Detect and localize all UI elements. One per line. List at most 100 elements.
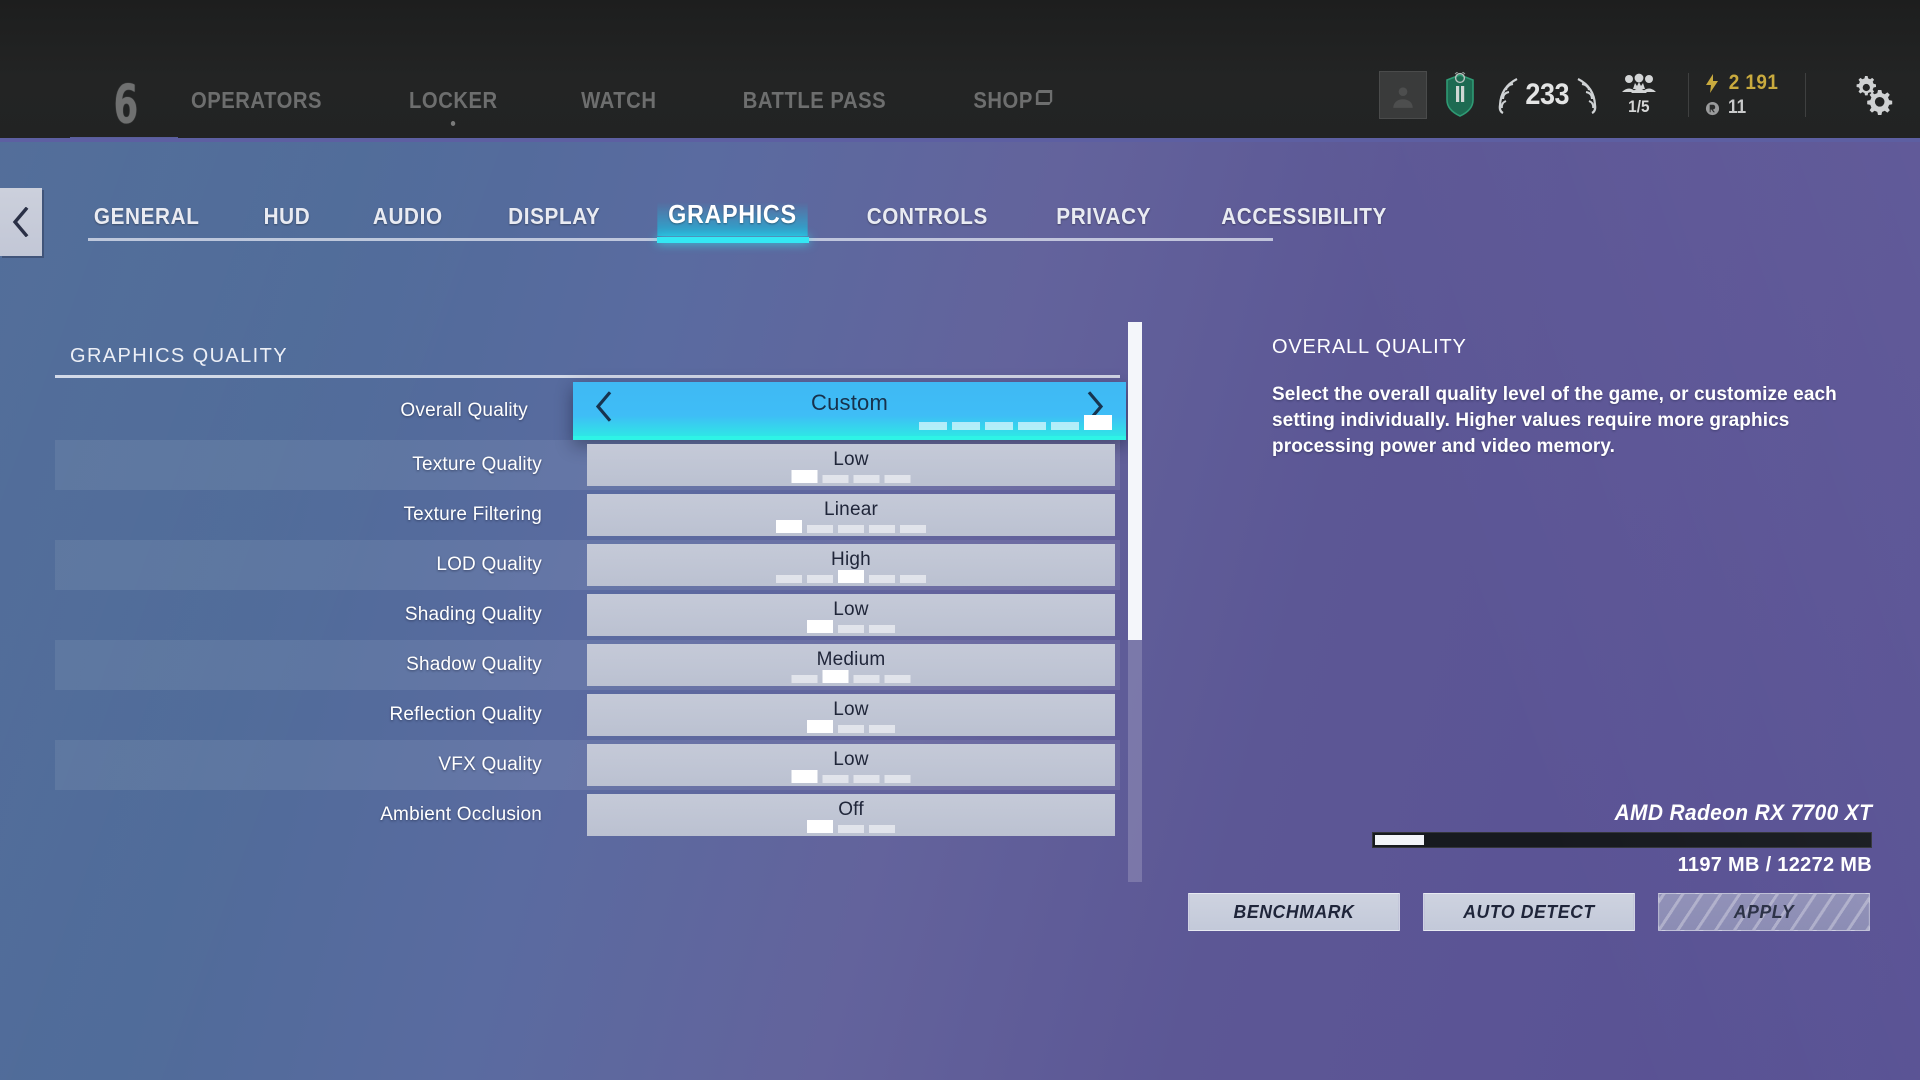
- setting-segment: [1051, 422, 1079, 430]
- settings-scrollbar[interactable]: [1128, 322, 1142, 882]
- setting-label: Reflection Quality: [389, 704, 542, 725]
- tab-label: GENERAL: [93, 203, 200, 229]
- nav-item-locker[interactable]: LOCKER: [409, 87, 498, 126]
- topbar-accent-line: [0, 138, 1920, 142]
- setting-segment: [822, 475, 849, 483]
- squad-group-icon: [1621, 73, 1656, 93]
- info-panel-title: OVERALL QUALITY: [1272, 336, 1467, 358]
- setting-segment: [853, 675, 880, 683]
- setting-row[interactable]: Shadow Quality Medium: [55, 640, 1120, 690]
- setting-label: Overall Quality: [400, 400, 528, 421]
- setting-row[interactable]: VFX Quality Low: [55, 740, 1120, 790]
- shop-tag-icon: [1035, 90, 1053, 105]
- settings-rows: Overall Quality Custom Texture Quality Low T…: [55, 382, 1126, 840]
- setting-segments: [807, 720, 895, 733]
- laurel-wreath-icon-right: [1577, 78, 1597, 114]
- setting-segments: [776, 570, 926, 583]
- setting-control[interactable]: Low: [587, 444, 1115, 486]
- setting-segments: [919, 415, 1112, 430]
- person-avatar-icon: [1393, 87, 1414, 108]
- main-nav-items: OPERATORS LOCKER WATCH BATTLE PASS SHOP: [182, 87, 1058, 126]
- nav-item-operators[interactable]: OPERATORS: [191, 87, 322, 124]
- setting-segments: [776, 520, 926, 533]
- nav-item-watch[interactable]: WATCH: [581, 87, 656, 124]
- gear-icon: [1856, 76, 1893, 115]
- info-panel-description: Select the overall quality level of the …: [1272, 384, 1837, 457]
- setting-segment: [838, 625, 864, 633]
- vram-usage-bar: [1372, 832, 1872, 848]
- tab-display[interactable]: DISPLAY: [508, 203, 600, 236]
- lightning-bolt-icon: [1705, 73, 1718, 93]
- squad-status[interactable]: 1/5: [1620, 73, 1658, 117]
- setting-label: Shadow Quality: [406, 654, 542, 675]
- nav-label: WATCH: [580, 87, 657, 113]
- setting-row[interactable]: Texture Filtering Linear: [55, 490, 1120, 540]
- avatar[interactable]: [1379, 71, 1428, 119]
- setting-segment: [807, 720, 833, 733]
- back-button[interactable]: [0, 188, 42, 256]
- setting-segment: [807, 525, 833, 533]
- setting-control[interactable]: Custom: [573, 382, 1126, 440]
- setting-control[interactable]: Low: [587, 694, 1115, 736]
- auto-detect-button[interactable]: AUTO DETECT: [1423, 893, 1635, 931]
- rank-badge-icon: [1443, 69, 1477, 118]
- setting-segment: [838, 725, 864, 733]
- chevron-left-icon[interactable]: [595, 391, 613, 427]
- tabs-active-underline: [656, 237, 810, 243]
- setting-control[interactable]: High: [587, 544, 1115, 586]
- nav-label: LOCKER: [409, 87, 498, 113]
- settings-button[interactable]: [1844, 67, 1900, 123]
- setting-segments: [791, 670, 911, 683]
- setting-row[interactable]: Texture Quality Low: [55, 440, 1120, 490]
- button-label: APPLY: [1733, 901, 1795, 922]
- credits-value: 11: [1727, 97, 1747, 118]
- setting-control[interactable]: Low: [587, 744, 1115, 786]
- tab-label: DISPLAY: [508, 203, 601, 229]
- setting-segment: [869, 725, 895, 733]
- level-value: 233: [1525, 78, 1570, 111]
- setting-label: Ambient Occlusion: [380, 804, 542, 825]
- tab-hud[interactable]: HUD: [264, 203, 311, 236]
- setting-segment: [985, 422, 1013, 430]
- hud-divider-2: [1805, 73, 1806, 117]
- setting-control[interactable]: Linear: [587, 494, 1115, 536]
- tab-controls[interactable]: CONTROLS: [867, 203, 988, 236]
- benchmark-button[interactable]: BENCHMARK: [1188, 893, 1400, 931]
- settings-tabs-row: GENERAL HUD AUDIO DISPLAY GRAPHICS CONTROLS PR…: [88, 190, 1387, 236]
- setting-value: Low: [833, 699, 869, 720]
- setting-row[interactable]: Ambient Occlusion Off: [55, 790, 1120, 840]
- setting-segment: [822, 670, 849, 683]
- setting-segments: [791, 770, 911, 783]
- setting-value: Medium: [816, 649, 886, 670]
- tab-audio[interactable]: AUDIO: [373, 203, 443, 236]
- settings-tabs: GENERAL HUD AUDIO DISPLAY GRAPHICS CONTROLS PR…: [88, 190, 1387, 243]
- setting-value: Linear: [823, 499, 879, 520]
- setting-segment: [838, 825, 864, 833]
- tab-label: GRAPHICS: [668, 199, 798, 229]
- setting-row[interactable]: LOD Quality High: [55, 540, 1120, 590]
- nav-item-shop[interactable]: SHOP: [974, 87, 1053, 124]
- setting-row[interactable]: Shading Quality Low: [55, 590, 1120, 640]
- tab-privacy[interactable]: PRIVACY: [1056, 203, 1151, 236]
- setting-row[interactable]: Overall Quality Custom: [55, 382, 1126, 440]
- tab-general[interactable]: GENERAL: [94, 203, 200, 236]
- action-buttons: BENCHMARK AUTO DETECT APPLY: [1186, 893, 1872, 931]
- setting-control[interactable]: Medium: [587, 644, 1115, 686]
- setting-label: Texture Quality: [412, 454, 542, 475]
- setting-row[interactable]: Reflection Quality Low: [55, 690, 1120, 740]
- setting-segment: [853, 775, 880, 783]
- r6-credit-icon: [1705, 101, 1719, 115]
- setting-segment: [791, 770, 818, 783]
- nav-item-battle-pass[interactable]: BATTLE PASS: [743, 87, 886, 124]
- tab-accessibility[interactable]: ACCESSIBILITY: [1222, 203, 1388, 236]
- setting-segment: [791, 470, 818, 483]
- tab-label: HUD: [263, 203, 311, 229]
- player-hud: 233 1/5 2 191 11: [1379, 58, 1900, 132]
- vram-usage-fill: [1375, 835, 1424, 845]
- rainbow-six-logo[interactable]: 6: [78, 68, 172, 142]
- tab-graphics[interactable]: GRAPHICS: [657, 199, 808, 236]
- setting-control[interactable]: Low: [587, 594, 1115, 636]
- settings-scrollbar-thumb[interactable]: [1128, 322, 1142, 640]
- setting-control[interactable]: Off: [587, 794, 1115, 836]
- setting-segment: [791, 675, 818, 683]
